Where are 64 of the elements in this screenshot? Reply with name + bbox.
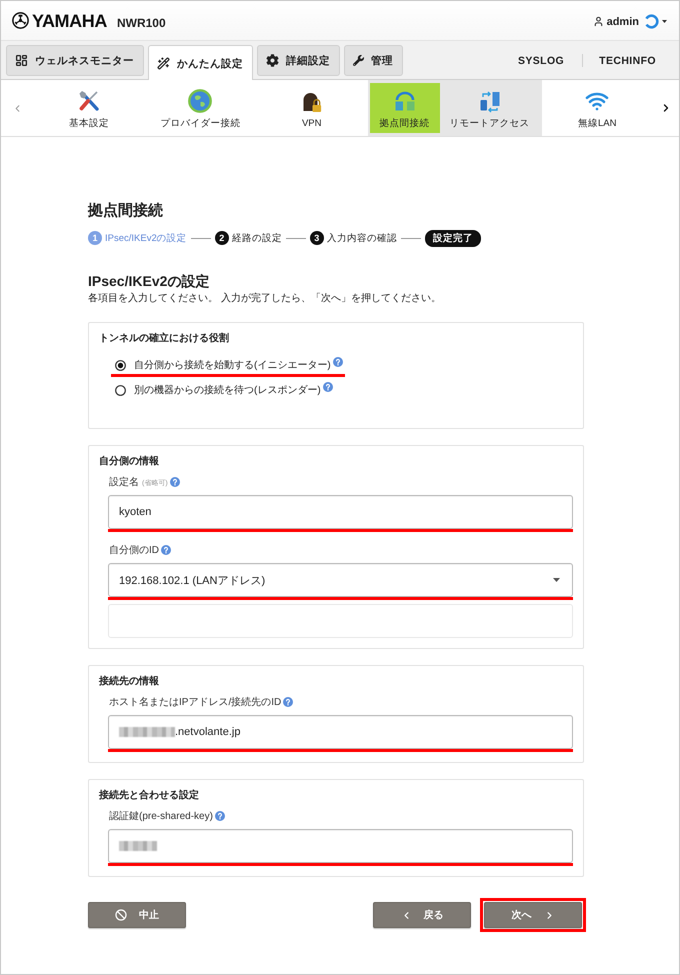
field-label: 自分側のID (109, 544, 159, 557)
caret-icon (553, 578, 560, 582)
emblem-icon (12, 12, 29, 29)
step-label: IPsec/IKEv2の設定 (105, 232, 187, 244)
model-name: NWR100 (116, 16, 166, 30)
step-number: 2 (214, 231, 229, 245)
radio-option[interactable]: 自分側から接続を始動する(イニシエーター) (111, 356, 345, 374)
page-title: 拠点間接続 (88, 201, 164, 221)
prohibited-icon (115, 909, 127, 921)
select-field[interactable]: 192.168.102.1 (LANアドレス) (108, 563, 573, 597)
field-label: ホスト名またはIPアドレス/接続先のID (109, 696, 282, 709)
field-label: 認証鍵(pre-shared-key) (109, 810, 213, 823)
header-link[interactable]: TECHINFO (599, 54, 656, 66)
final-step: 設定完了 (424, 230, 481, 246)
ring-icon (644, 14, 659, 29)
help-icon[interactable] (170, 477, 180, 487)
next-button[interactable]: 次へ (484, 902, 582, 928)
step-number: 1 (88, 231, 102, 245)
nav-item[interactable]: 無線LAN (542, 80, 653, 136)
main-tab[interactable]: ウェルネスモニター (6, 45, 144, 76)
section-title: IPsec/IKEv2の設定 (88, 272, 210, 290)
help-icon[interactable] (161, 545, 171, 555)
nav-item[interactable]: VPN (256, 80, 368, 136)
main-tab[interactable]: かんたん設定 (148, 45, 253, 81)
main-tab[interactable]: 管理 (344, 45, 403, 76)
cancel-button[interactable]: 中止 (88, 902, 186, 928)
wrench-icon (353, 55, 364, 66)
caret-icon[interactable] (662, 20, 667, 23)
instructions-text: 各項目を入力してください。 入力が完了したら、「次へ」を押してください。 (88, 292, 442, 306)
header-link[interactable]: SYSLOG (518, 54, 564, 66)
input-field[interactable]: kyoten (108, 495, 573, 529)
user-name[interactable]: admin (606, 16, 639, 28)
step-number: 3 (310, 231, 324, 245)
step-label: 経路の設定 (232, 232, 282, 244)
cloud-network-icon (392, 89, 416, 113)
panel-title: トンネルの確立における役割 (99, 332, 230, 346)
dashboard-icon (15, 54, 28, 67)
input-field[interactable] (108, 829, 573, 863)
user-icon (592, 16, 604, 27)
logo-text: YAMAHA (32, 10, 107, 32)
remote-devices-icon (478, 89, 502, 113)
help-icon[interactable] (214, 811, 225, 821)
gear-icon (266, 54, 279, 67)
nav-item[interactable]: 基本設定 (33, 80, 144, 136)
tools-icon (76, 89, 101, 113)
nav-item[interactable]: リモートアクセス (440, 83, 540, 133)
main-tab[interactable]: 詳細設定 (257, 45, 340, 76)
nav-item[interactable]: プロバイダー接続 (144, 80, 256, 136)
panel-title: 自分側の情報 (99, 455, 160, 469)
panel-title: 接続先と合わせる設定 (99, 789, 200, 803)
field-label: 設定名 (109, 476, 139, 489)
help-icon[interactable] (322, 382, 333, 392)
nav-item[interactable]: 拠点間接続 (370, 83, 440, 133)
globe-icon (188, 89, 212, 113)
input-field[interactable]: .netvolante.jp (108, 715, 573, 749)
radio-icon[interactable] (115, 360, 126, 370)
radio-option[interactable]: 別の機器からの接続を待つ(レスポンダー) (111, 381, 335, 399)
back-button[interactable]: 戻る (373, 902, 471, 928)
panel-title: 接続先の情報 (99, 675, 160, 689)
help-icon[interactable] (283, 697, 294, 707)
help-icon[interactable] (332, 357, 343, 367)
step-label: 入力内容の確認 (326, 232, 397, 244)
magic-wand-icon (157, 57, 170, 70)
radio-icon[interactable] (115, 384, 126, 396)
